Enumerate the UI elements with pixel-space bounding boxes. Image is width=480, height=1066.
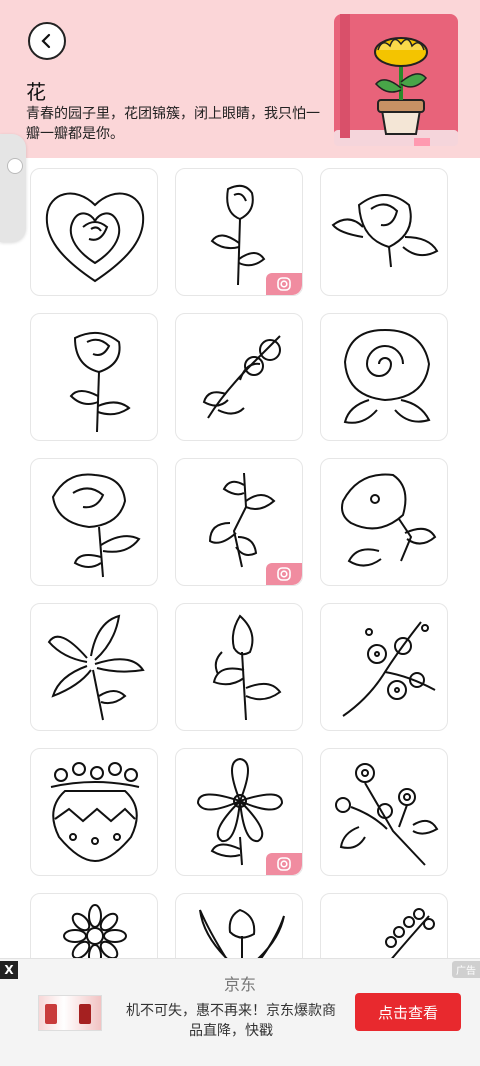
instagram-badge <box>266 853 302 875</box>
tulip-leaves-drawing <box>199 908 285 958</box>
ad-text: 机不可失，惠不再来！京东爆款商品直降，快戳 <box>126 1003 336 1039</box>
rose-leaves-drawing <box>331 194 439 268</box>
instagram-badge <box>266 273 302 295</box>
flower-branch-drawing <box>202 335 281 419</box>
berry-branch-drawing <box>385 908 435 958</box>
drawing-card[interactable] <box>30 313 158 441</box>
drawing-card[interactable] <box>320 168 448 296</box>
morning-glory-drawing <box>341 473 437 567</box>
drawing-card[interactable] <box>175 458 303 586</box>
header: 花 青春的园子里，花团锦簇，闭上眼睛，我只怕一瓣一瓣都是你。 <box>0 0 480 158</box>
ad-banner[interactable]: X 广告 京东 机不可失，惠不再来！京东爆款商品直降，快戳 点击查看 <box>0 958 480 1066</box>
rose-leaves-2-drawing <box>51 473 141 578</box>
daisy-drawing <box>63 904 127 958</box>
drawing-card[interactable] <box>320 458 448 586</box>
lily-drawing <box>47 614 145 721</box>
plum-blossom-drawing <box>342 621 436 717</box>
drawing-card[interactable] <box>30 458 158 586</box>
page-title: 花 <box>26 80 46 104</box>
drawing-card[interactable] <box>320 603 448 731</box>
drawing-card[interactable] <box>30 168 158 296</box>
drawing-card[interactable] <box>30 893 158 958</box>
instagram-badge <box>266 563 302 585</box>
instagram-icon <box>277 857 291 871</box>
flower-vase-drawing <box>50 762 140 863</box>
drawing-card[interactable] <box>30 603 158 731</box>
heart-rose-drawing <box>45 192 145 283</box>
rose-long-stem-drawing <box>69 331 131 433</box>
ad-brand: 京东 <box>223 975 256 994</box>
drawing-card[interactable] <box>175 168 303 296</box>
chevron-left-icon <box>41 33 51 49</box>
page-description: 青春的园子里，花团锦簇，闭上眼睛，我只怕一瓣一瓣都是你。 <box>26 106 320 142</box>
drawing-card[interactable] <box>175 748 303 876</box>
drawing-card[interactable] <box>320 893 448 958</box>
drawing-card[interactable] <box>320 748 448 876</box>
drawing-card[interactable] <box>175 893 303 958</box>
instagram-icon <box>277 277 291 291</box>
flower-bouquet-drawing <box>335 763 439 866</box>
calla-lily-drawing <box>212 614 282 721</box>
drawing-card[interactable] <box>30 748 158 876</box>
drawing-grid <box>0 158 480 958</box>
back-button[interactable] <box>28 22 66 60</box>
drawing-card[interactable] <box>320 313 448 441</box>
ad-product-image <box>38 995 102 1031</box>
instagram-icon <box>277 567 291 581</box>
drawing-card[interactable] <box>175 603 303 731</box>
flower-book-illustration <box>334 14 458 146</box>
drawing-card[interactable] <box>175 313 303 441</box>
swirl-rose-drawing <box>343 328 431 424</box>
ad-cta-button[interactable]: 点击查看 <box>355 993 461 1031</box>
